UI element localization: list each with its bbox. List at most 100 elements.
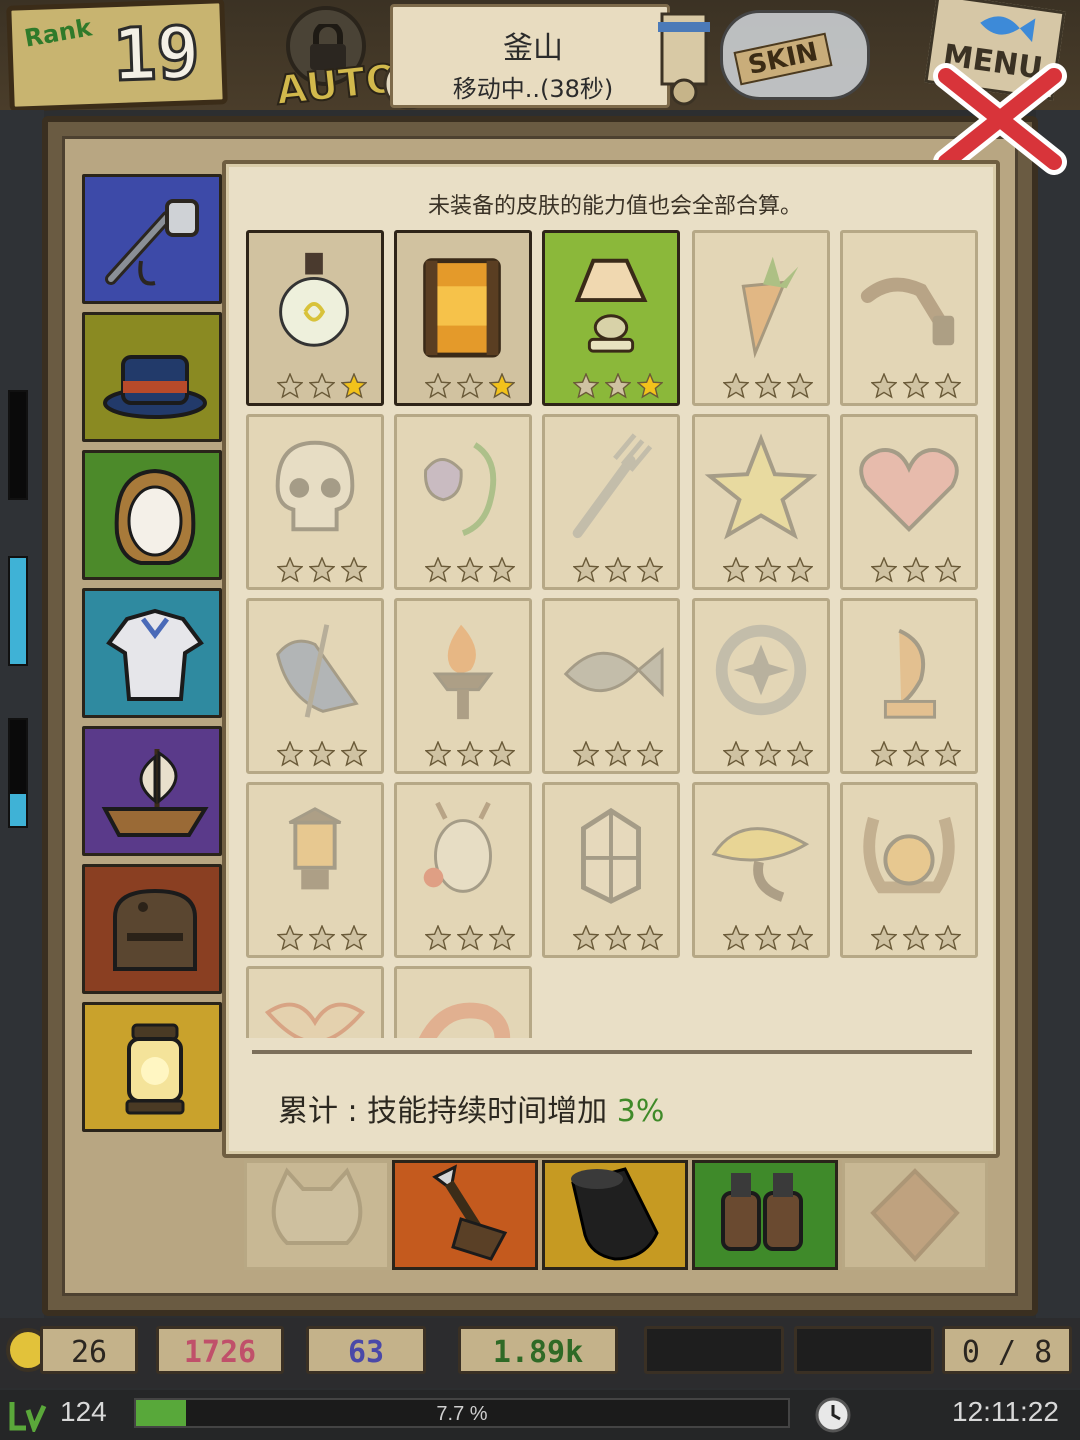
star-rating (870, 740, 962, 767)
backpack-icon (113, 888, 197, 971)
star-rating (424, 740, 516, 767)
capacity-counter[interactable]: 0 / 8 (942, 1326, 1072, 1374)
fish-statue-icon (852, 611, 966, 729)
rank-label: Rank (22, 13, 94, 53)
tab-lantern[interactable] (82, 1002, 222, 1132)
skin-card[interactable] (542, 414, 680, 590)
skin-card[interactable] (246, 230, 384, 406)
star-icon (786, 740, 814, 767)
star-icon (456, 556, 484, 583)
fish-value: 1.89k (492, 1335, 584, 1370)
carrot-icon (704, 243, 818, 361)
star-rating (870, 924, 962, 951)
skin-card[interactable] (246, 414, 384, 590)
tab-fishing-gear[interactable] (82, 174, 222, 304)
slot-harpoon[interactable] (392, 1160, 538, 1270)
skin-card[interactable] (542, 230, 680, 406)
skin-card[interactable] (542, 598, 680, 774)
cage-lantern-icon (554, 795, 668, 913)
star-icon (870, 924, 898, 951)
star-icon (870, 372, 898, 399)
skin-card[interactable] (394, 966, 532, 1038)
skin-card[interactable] (246, 966, 384, 1038)
gold-value: 1726 (183, 1335, 257, 1370)
skin-card[interactable] (840, 230, 978, 406)
star-rating (722, 740, 814, 767)
skin-card[interactable] (394, 782, 532, 958)
tab-hair[interactable] (82, 450, 222, 580)
skin-card[interactable] (394, 230, 532, 406)
street-lamp-icon (258, 795, 372, 913)
left-gauge-top (8, 390, 28, 500)
lantern-icon (125, 1023, 185, 1115)
binoculars-icon (721, 1173, 803, 1251)
skin-card[interactable] (692, 230, 830, 406)
summary-value: 3% (616, 1094, 665, 1129)
table-lamp-icon (554, 243, 668, 361)
skin-card[interactable] (394, 598, 532, 774)
star-icon (934, 372, 962, 399)
lightbulb-icon (258, 243, 372, 361)
fish-icon (554, 611, 668, 729)
skin-card[interactable] (692, 598, 830, 774)
skin-card[interactable] (840, 598, 978, 774)
star-rating (424, 556, 516, 583)
star-icon (308, 924, 336, 951)
skin-card[interactable] (692, 414, 830, 590)
star-icon (424, 924, 452, 951)
star-icon (722, 556, 750, 583)
gold-counter[interactable]: 1726 (156, 1326, 284, 1374)
tab-boat[interactable] (82, 726, 222, 856)
star-rating (276, 924, 368, 951)
star-rating (424, 924, 516, 951)
star-icon (870, 740, 898, 767)
star-icon (722, 372, 750, 399)
tab-clothes[interactable] (82, 588, 222, 718)
gem-icon (870, 1168, 960, 1262)
tab-hat[interactable] (82, 312, 222, 442)
star-rating (870, 556, 962, 583)
star-icon (276, 740, 304, 767)
star-icon (604, 556, 632, 583)
star-icon (488, 372, 516, 399)
skin-card[interactable] (394, 414, 532, 590)
skin-card[interactable] (246, 598, 384, 774)
star-icon (572, 740, 600, 767)
star-icon (786, 556, 814, 583)
fish-counter[interactable]: 1.89k (458, 1326, 618, 1374)
slot-cat[interactable] (244, 1160, 390, 1270)
star-icon (934, 740, 962, 767)
rank-badge[interactable]: Rank 19 (6, 0, 228, 112)
level-value: 124 (60, 1396, 107, 1427)
shrimp-icon (406, 979, 520, 1038)
skin-panel: 未装备的皮肤的能力值也会全部合算。 累计 : 技能持续时间增加 3% (222, 160, 1000, 1158)
panel-divider (252, 1050, 972, 1054)
skin-card[interactable] (840, 414, 978, 590)
skin-card[interactable] (542, 782, 680, 958)
skin-card[interactable] (246, 782, 384, 958)
star-icon (636, 740, 664, 767)
tab-bag[interactable] (82, 864, 222, 994)
star-icon (704, 427, 818, 545)
medal-counter[interactable]: 26 (40, 1326, 138, 1374)
slot-cannon[interactable] (542, 1160, 688, 1270)
skin-button[interactable]: SKIN (720, 10, 870, 100)
star-rating (572, 556, 664, 583)
capacity-value: 0 / 8 (961, 1335, 1053, 1370)
star-icon (456, 924, 484, 951)
location-panel: 釜山 移动中..(38秒) (390, 4, 670, 108)
star-rating (870, 372, 962, 399)
star-icon (572, 372, 600, 399)
star-icon (902, 924, 930, 951)
star-rating (722, 556, 814, 583)
star-icon (276, 556, 304, 583)
gem-counter[interactable]: 63 (306, 1326, 426, 1374)
skin-card[interactable] (840, 782, 978, 958)
star-rating (572, 372, 664, 399)
slot-binoculars[interactable] (692, 1160, 838, 1270)
auto-button[interactable]: AUTO (258, 6, 403, 115)
star-rating (276, 556, 368, 583)
slot-gem[interactable] (842, 1160, 988, 1270)
map-scroll-icon[interactable] (652, 10, 716, 106)
skin-card[interactable] (692, 782, 830, 958)
